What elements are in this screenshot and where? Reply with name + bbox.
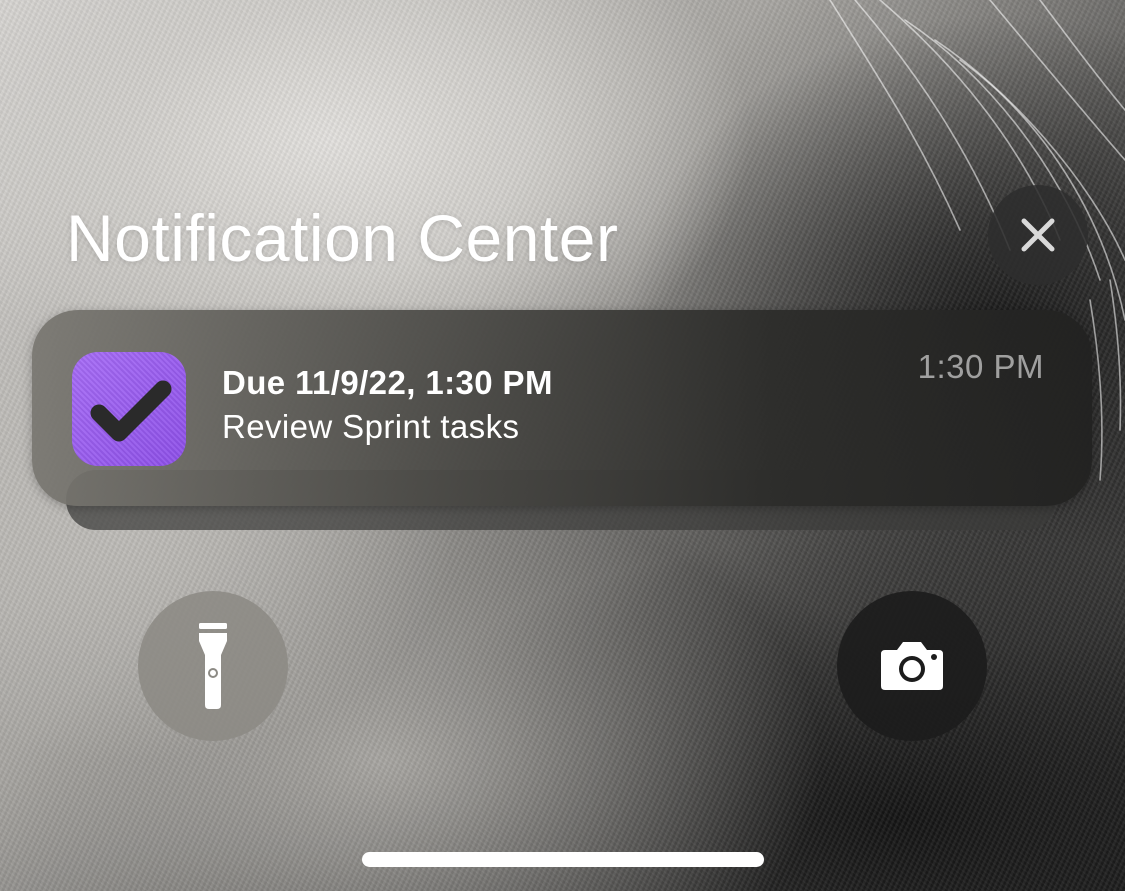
- page-title: Notification Center: [66, 201, 619, 275]
- app-icon: [72, 352, 186, 466]
- close-icon: [1021, 218, 1055, 252]
- flashlight-icon: [199, 623, 227, 709]
- home-indicator[interactable]: [362, 852, 764, 867]
- flashlight-button[interactable]: [138, 591, 288, 741]
- camera-button[interactable]: [837, 591, 987, 741]
- close-button[interactable]: [988, 185, 1088, 285]
- lock-screen: Notification Center Due 11/9/22, 1:30 PM…: [0, 0, 1125, 891]
- notification-body: Review Sprint tasks: [222, 408, 520, 445]
- notification-card[interactable]: Due 11/9/22, 1:30 PM Review Sprint tasks…: [32, 310, 1092, 506]
- camera-icon: [881, 642, 943, 690]
- checkmark-icon: [90, 380, 172, 442]
- notification-title: Due 11/9/22, 1:30 PM: [222, 364, 553, 401]
- notification-time: 1:30 PM: [917, 348, 1044, 385]
